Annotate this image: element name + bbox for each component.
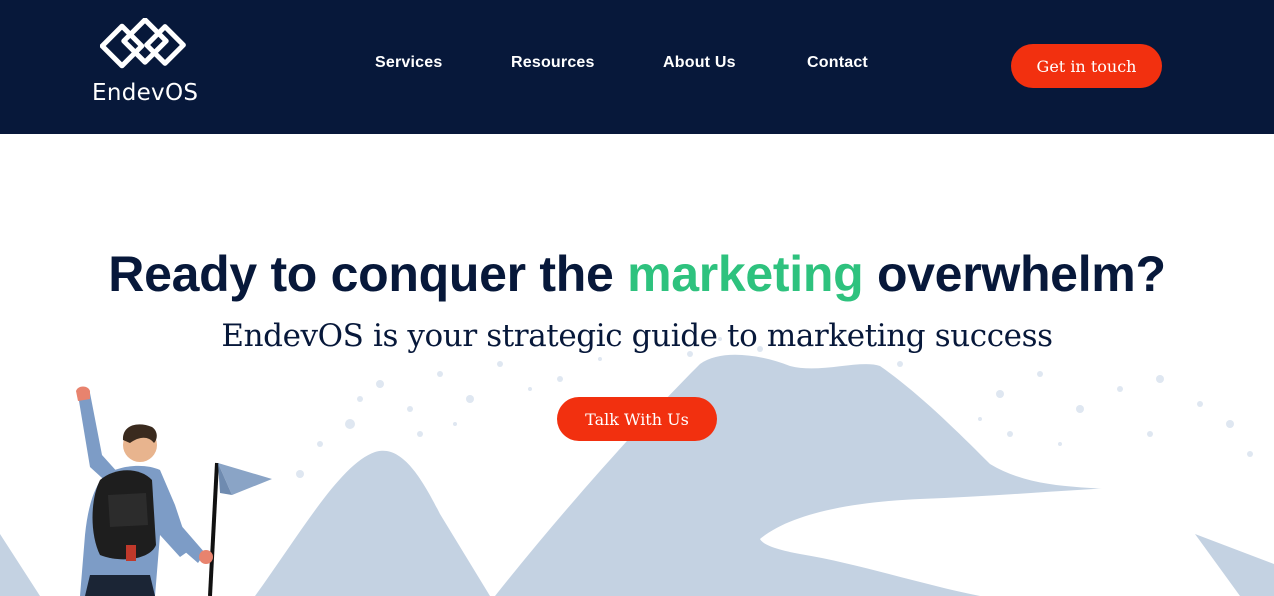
brand-name: EndevOS [92, 80, 199, 106]
hero-headline: Ready to conquer the marketing overwhelm… [0, 245, 1274, 303]
hiker-with-flag-icon [76, 386, 272, 596]
brand-logo[interactable]: EndevOS [92, 18, 202, 110]
nav-item-services[interactable]: Services [375, 54, 442, 72]
talk-with-us-button[interactable]: Talk With Us [557, 397, 717, 441]
nav-item-resources[interactable]: Resources [511, 54, 595, 72]
headline-accent-word: marketing [627, 246, 864, 302]
headline-text-start: Ready to conquer the [108, 246, 614, 302]
hero-subheadline: EndevOS is your strategic guide to marke… [221, 318, 1053, 354]
linked-diamonds-logo-icon [100, 18, 186, 69]
site-header: EndevOS Services Resources About Us Cont… [0, 0, 1274, 134]
nav-item-about-us[interactable]: About Us [663, 54, 736, 72]
nav-item-contact[interactable]: Contact [807, 54, 868, 72]
headline-text-end: overwhelm? [876, 246, 1166, 302]
get-in-touch-button[interactable]: Get in touch [1011, 44, 1162, 88]
